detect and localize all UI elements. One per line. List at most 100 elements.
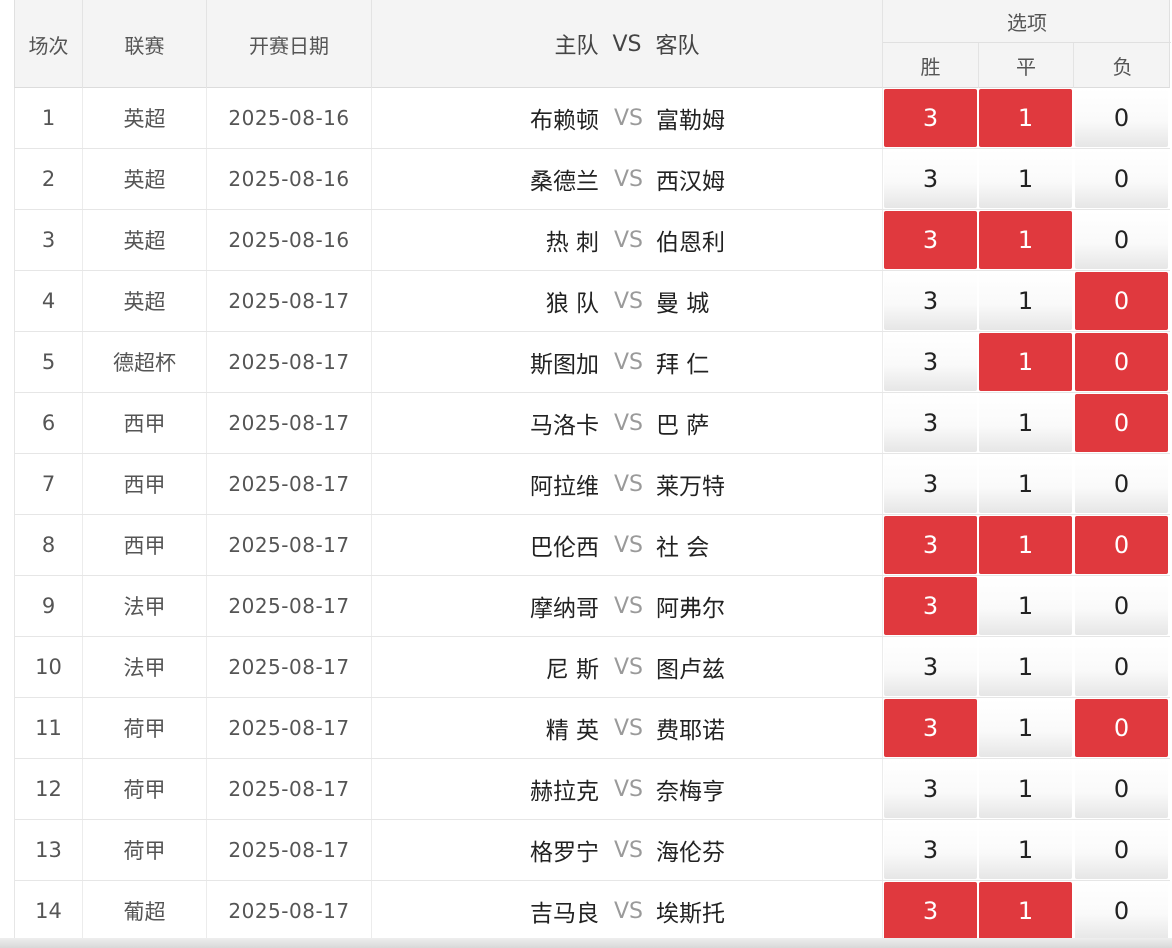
- option-win-button[interactable]: 3: [884, 394, 977, 452]
- option-draw-button[interactable]: 1: [979, 211, 1072, 269]
- option-draw-button[interactable]: 1: [979, 882, 1072, 940]
- option-draw-button[interactable]: 1: [979, 394, 1072, 452]
- option-loss-button[interactable]: 0: [1075, 333, 1168, 391]
- option-loss-button[interactable]: 0: [1075, 882, 1168, 940]
- table-row: 11 荷甲 2025-08-17 精 英 VS 费耶诺 3 1 0: [14, 698, 1170, 759]
- option-draw-button[interactable]: 1: [979, 333, 1072, 391]
- option-win-button[interactable]: 3: [884, 333, 977, 391]
- vs-label: VS: [613, 227, 643, 253]
- match-cell: 吉马良 VS 埃斯托: [372, 881, 883, 941]
- away-team: 费耶诺: [656, 718, 725, 744]
- match-cell: 精 英 VS 费耶诺: [372, 698, 883, 758]
- option-draw-button[interactable]: 1: [979, 455, 1072, 513]
- header-round: 场次: [15, 0, 83, 88]
- home-team: 摩纳哥: [530, 596, 599, 622]
- match-date: 2025-08-16: [207, 149, 372, 209]
- option-loss-button[interactable]: 0: [1075, 577, 1168, 635]
- option-draw-button[interactable]: 1: [979, 272, 1072, 330]
- match-date: 2025-08-17: [207, 271, 372, 331]
- option-loss-button[interactable]: 0: [1075, 821, 1168, 879]
- match-date: 2025-08-17: [207, 332, 372, 392]
- option-draw-button[interactable]: 1: [979, 821, 1072, 879]
- option-draw-button[interactable]: 1: [979, 638, 1072, 696]
- option-loss-button[interactable]: 0: [1075, 211, 1168, 269]
- option-loss-button[interactable]: 0: [1075, 272, 1168, 330]
- table-row: 4 英超 2025-08-17 狼 队 VS 曼 城 3 1 0: [14, 271, 1170, 332]
- league-name: 荷甲: [83, 820, 207, 880]
- vs-label: VS: [613, 532, 643, 558]
- option-draw-button[interactable]: 1: [979, 760, 1072, 818]
- vs-label: VS: [613, 166, 643, 192]
- league-name: 西甲: [83, 515, 207, 575]
- header-draw: 平: [979, 43, 1074, 88]
- match-cell: 布赖顿 VS 富勒姆: [372, 88, 883, 148]
- table-row: 1 英超 2025-08-16 布赖顿 VS 富勒姆 3 1 0: [14, 88, 1170, 149]
- round-number: 14: [15, 881, 83, 941]
- header-win: 胜: [883, 43, 979, 88]
- option-loss-button[interactable]: 0: [1075, 516, 1168, 574]
- option-draw-button[interactable]: 1: [979, 89, 1072, 147]
- header-options: 选项: [883, 0, 1171, 43]
- vs-label: VS: [613, 776, 643, 802]
- table-row: 6 西甲 2025-08-17 马洛卡 VS 巴 萨 3 1 0: [14, 393, 1170, 454]
- vs-label: VS: [613, 715, 643, 741]
- round-number: 1: [15, 88, 83, 148]
- round-number: 7: [15, 454, 83, 514]
- league-name: 德超杯: [83, 332, 207, 392]
- table-row: 5 德超杯 2025-08-17 斯图加 VS 拜 仁 3 1 0: [14, 332, 1170, 393]
- away-team: 社 会: [656, 535, 710, 561]
- match-date: 2025-08-17: [207, 759, 372, 819]
- match-cell: 赫拉克 VS 奈梅亨: [372, 759, 883, 819]
- match-date: 2025-08-17: [207, 637, 372, 697]
- option-loss-button[interactable]: 0: [1075, 89, 1168, 147]
- vs-label: VS: [613, 349, 643, 375]
- option-win-button[interactable]: 3: [884, 272, 977, 330]
- option-win-button[interactable]: 3: [884, 516, 977, 574]
- option-win-button[interactable]: 3: [884, 699, 977, 757]
- option-win-button[interactable]: 3: [884, 760, 977, 818]
- option-win-button[interactable]: 3: [884, 211, 977, 269]
- option-draw-button[interactable]: 1: [979, 577, 1072, 635]
- home-team: 尼 斯: [545, 657, 599, 683]
- option-loss-button[interactable]: 0: [1075, 638, 1168, 696]
- option-win-button[interactable]: 3: [884, 821, 977, 879]
- table-row: 7 西甲 2025-08-17 阿拉维 VS 莱万特 3 1 0: [14, 454, 1170, 515]
- away-team: 曼 城: [656, 291, 710, 317]
- table-row: 12 荷甲 2025-08-17 赫拉克 VS 奈梅亨 3 1 0: [14, 759, 1170, 820]
- option-loss-button[interactable]: 0: [1075, 150, 1168, 208]
- option-win-button[interactable]: 3: [884, 455, 977, 513]
- option-loss-button[interactable]: 0: [1075, 455, 1168, 513]
- match-date: 2025-08-16: [207, 88, 372, 148]
- option-draw-button[interactable]: 1: [979, 150, 1072, 208]
- option-loss-button[interactable]: 0: [1075, 699, 1168, 757]
- round-number: 2: [15, 149, 83, 209]
- round-number: 4: [15, 271, 83, 331]
- option-loss-button[interactable]: 0: [1075, 394, 1168, 452]
- round-number: 6: [15, 393, 83, 453]
- option-draw-button[interactable]: 1: [979, 699, 1072, 757]
- header-home: 主队: [554, 34, 599, 59]
- match-cell: 热 刺 VS 伯恩利: [372, 210, 883, 270]
- match-date: 2025-08-16: [207, 210, 372, 270]
- table-row: 8 西甲 2025-08-17 巴伦西 VS 社 会 3 1 0: [14, 515, 1170, 576]
- league-name: 法甲: [83, 637, 207, 697]
- header-date: 开赛日期: [207, 0, 372, 88]
- option-loss-button[interactable]: 0: [1075, 760, 1168, 818]
- round-number: 12: [15, 759, 83, 819]
- match-date: 2025-08-17: [207, 820, 372, 880]
- option-win-button[interactable]: 3: [884, 638, 977, 696]
- scroll-edge: [0, 938, 1172, 948]
- round-number: 8: [15, 515, 83, 575]
- home-team: 吉马良: [530, 901, 599, 927]
- option-win-button[interactable]: 3: [884, 577, 977, 635]
- round-number: 10: [15, 637, 83, 697]
- vs-label: VS: [613, 654, 643, 680]
- option-draw-button[interactable]: 1: [979, 516, 1072, 574]
- round-number: 3: [15, 210, 83, 270]
- option-win-button[interactable]: 3: [884, 882, 977, 940]
- away-team: 西汉姆: [656, 169, 725, 195]
- match-date: 2025-08-17: [207, 454, 372, 514]
- table-row: 3 英超 2025-08-16 热 刺 VS 伯恩利 3 1 0: [14, 210, 1170, 271]
- option-win-button[interactable]: 3: [884, 150, 977, 208]
- option-win-button[interactable]: 3: [884, 89, 977, 147]
